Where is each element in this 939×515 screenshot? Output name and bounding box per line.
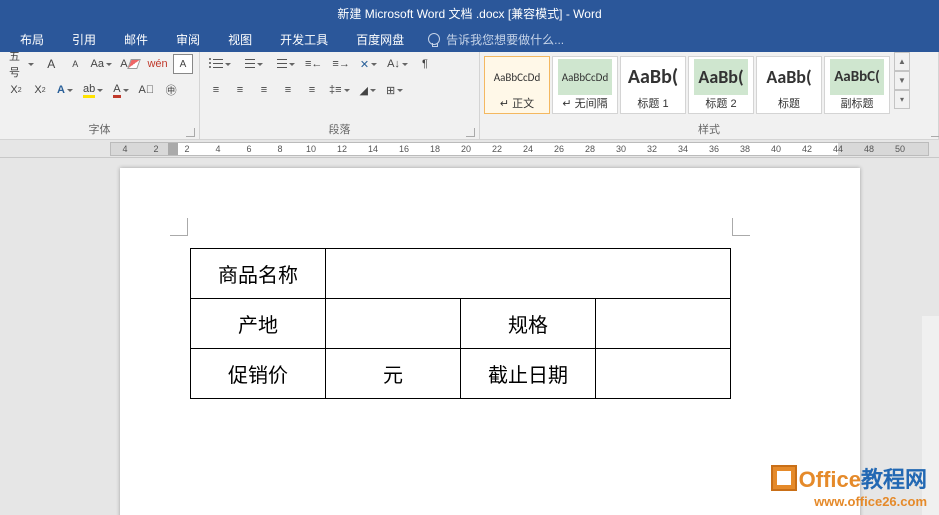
style-item-5[interactable]: AaBbC(副标题	[824, 56, 890, 114]
justify-button[interactable]: ≡	[278, 80, 298, 100]
group-label-styles: 样式	[480, 121, 938, 139]
margin-corner-tr	[732, 218, 750, 236]
sort-button[interactable]: A↓	[384, 54, 411, 74]
table-cell[interactable]: 规格	[461, 299, 596, 349]
page[interactable]: 商品名称产地规格促销价元截止日期 (Ctrl) ▾	[120, 168, 860, 515]
margin-corner-tl	[170, 218, 188, 236]
table-cell[interactable]: 商品名称	[191, 249, 326, 299]
ribbon: 五号 A A Aa A wén A X2 X2 A ab A A⃝ ㊥ 字体	[0, 52, 939, 140]
styles-scroll-up[interactable]: ▲	[894, 52, 910, 71]
enclose-characters-button[interactable]: ㊥	[161, 80, 181, 100]
style-item-0[interactable]: AaBbCcDd↵ 正文	[484, 56, 550, 114]
tab-mailings[interactable]: 邮件	[110, 26, 162, 52]
title-bar: 新建 Microsoft Word 文档 .docx [兼容模式] - Word	[0, 0, 939, 26]
shading-button[interactable]: ◢	[357, 80, 379, 100]
borders-button[interactable]: ⊞	[383, 80, 406, 100]
tab-view[interactable]: 视图	[214, 26, 266, 52]
document-table[interactable]: 商品名称产地 规格促销价元截止日期	[190, 248, 731, 399]
table-cell[interactable]	[596, 299, 731, 349]
line-spacing-button[interactable]: ‡≡	[326, 80, 353, 100]
document-area: 商品名称产地规格促销价元截止日期 (Ctrl) ▾ Office教程网 www.…	[0, 158, 939, 515]
tab-developer[interactable]: 开发工具	[266, 26, 342, 52]
text-effects-button[interactable]: A	[54, 80, 76, 100]
table-cell[interactable]: 产地	[191, 299, 326, 349]
asian-layout-button[interactable]: ✕	[357, 54, 380, 74]
superscript-button[interactable]: X2	[30, 80, 50, 100]
vertical-scrollbar[interactable]	[922, 316, 939, 515]
font-color-button[interactable]: A	[110, 80, 131, 100]
distributed-button[interactable]: ≡	[302, 80, 322, 100]
table-cell[interactable]: 元	[326, 349, 461, 399]
group-paragraph: ≡← ≡→ ✕ A↓ ¶ ≡ ≡ ≡ ≡ ≡ ‡≡ ◢ ⊞ 段落	[200, 52, 480, 139]
multilevel-list-button[interactable]	[270, 54, 298, 74]
styles-scroll-down[interactable]: ▼	[894, 71, 910, 90]
ribbon-tabs: 布局 引用 邮件 审阅 视图 开发工具 百度网盘 告诉我您想要做什么...	[0, 26, 939, 52]
style-item-3[interactable]: AaBb(标题 2	[688, 56, 754, 114]
phonetic-guide-button[interactable]: wén	[146, 54, 169, 74]
clear-formatting-button[interactable]: A	[117, 54, 142, 74]
styles-scroll: ▲ ▼ ▾	[894, 52, 910, 114]
tab-references[interactable]: 引用	[58, 26, 110, 52]
highlight-button[interactable]: ab	[80, 80, 106, 100]
character-border-button[interactable]: A	[173, 54, 193, 74]
increase-indent-button[interactable]: ≡→	[329, 54, 352, 74]
character-shading-button[interactable]: A⃝	[136, 80, 158, 100]
numbering-button[interactable]	[238, 54, 266, 74]
change-case-button[interactable]: Aa	[89, 54, 113, 74]
font-size-combo[interactable]: 五号	[6, 54, 37, 74]
decrease-indent-button[interactable]: ≡←	[302, 54, 325, 74]
tab-baidu[interactable]: 百度网盘	[342, 26, 418, 52]
horizontal-ruler[interactable]: 4224681012141618202224262830323436384042…	[110, 142, 929, 156]
bullets-button[interactable]	[206, 54, 234, 74]
document-title: 新建 Microsoft Word 文档 .docx [兼容模式] - Word	[337, 5, 601, 22]
tab-review[interactable]: 审阅	[162, 26, 214, 52]
style-item-1[interactable]: AaBbCcDd↵ 无间隔	[552, 56, 618, 114]
subscript-button[interactable]: X2	[6, 80, 26, 100]
style-item-4[interactable]: AaBb(标题	[756, 56, 822, 114]
show-marks-button[interactable]: ¶	[415, 54, 435, 74]
table-cell[interactable]	[596, 349, 731, 399]
table-cell[interactable]	[326, 299, 461, 349]
group-font: 五号 A A Aa A wén A X2 X2 A ab A A⃝ ㊥ 字体	[0, 52, 200, 139]
style-item-2[interactable]: AaBb(标题 1	[620, 56, 686, 114]
styles-gallery: AaBbCcDd↵ 正文AaBbCcDd↵ 无间隔AaBb(标题 1AaBb(标…	[480, 52, 894, 114]
shrink-font-button[interactable]: A	[65, 54, 85, 74]
table-cell[interactable]	[326, 249, 731, 299]
ruler-area: 4224681012141618202224262830323436384042…	[0, 140, 939, 158]
align-left-button[interactable]: ≡	[206, 80, 226, 100]
group-label-font: 字体	[6, 121, 193, 139]
table-cell[interactable]: 促销价	[191, 349, 326, 399]
styles-expand[interactable]: ▾	[894, 90, 910, 109]
group-styles: AaBbCcDd↵ 正文AaBbCcDd↵ 无间隔AaBb(标题 1AaBb(标…	[480, 52, 939, 139]
align-center-button[interactable]: ≡	[230, 80, 250, 100]
table-cell[interactable]: 截止日期	[461, 349, 596, 399]
grow-font-button[interactable]: A	[41, 54, 61, 74]
tell-me-search[interactable]: 告诉我您想要做什么...	[428, 31, 564, 48]
group-label-paragraph: 段落	[206, 121, 473, 139]
lightbulb-icon	[428, 33, 440, 45]
align-right-button[interactable]: ≡	[254, 80, 274, 100]
